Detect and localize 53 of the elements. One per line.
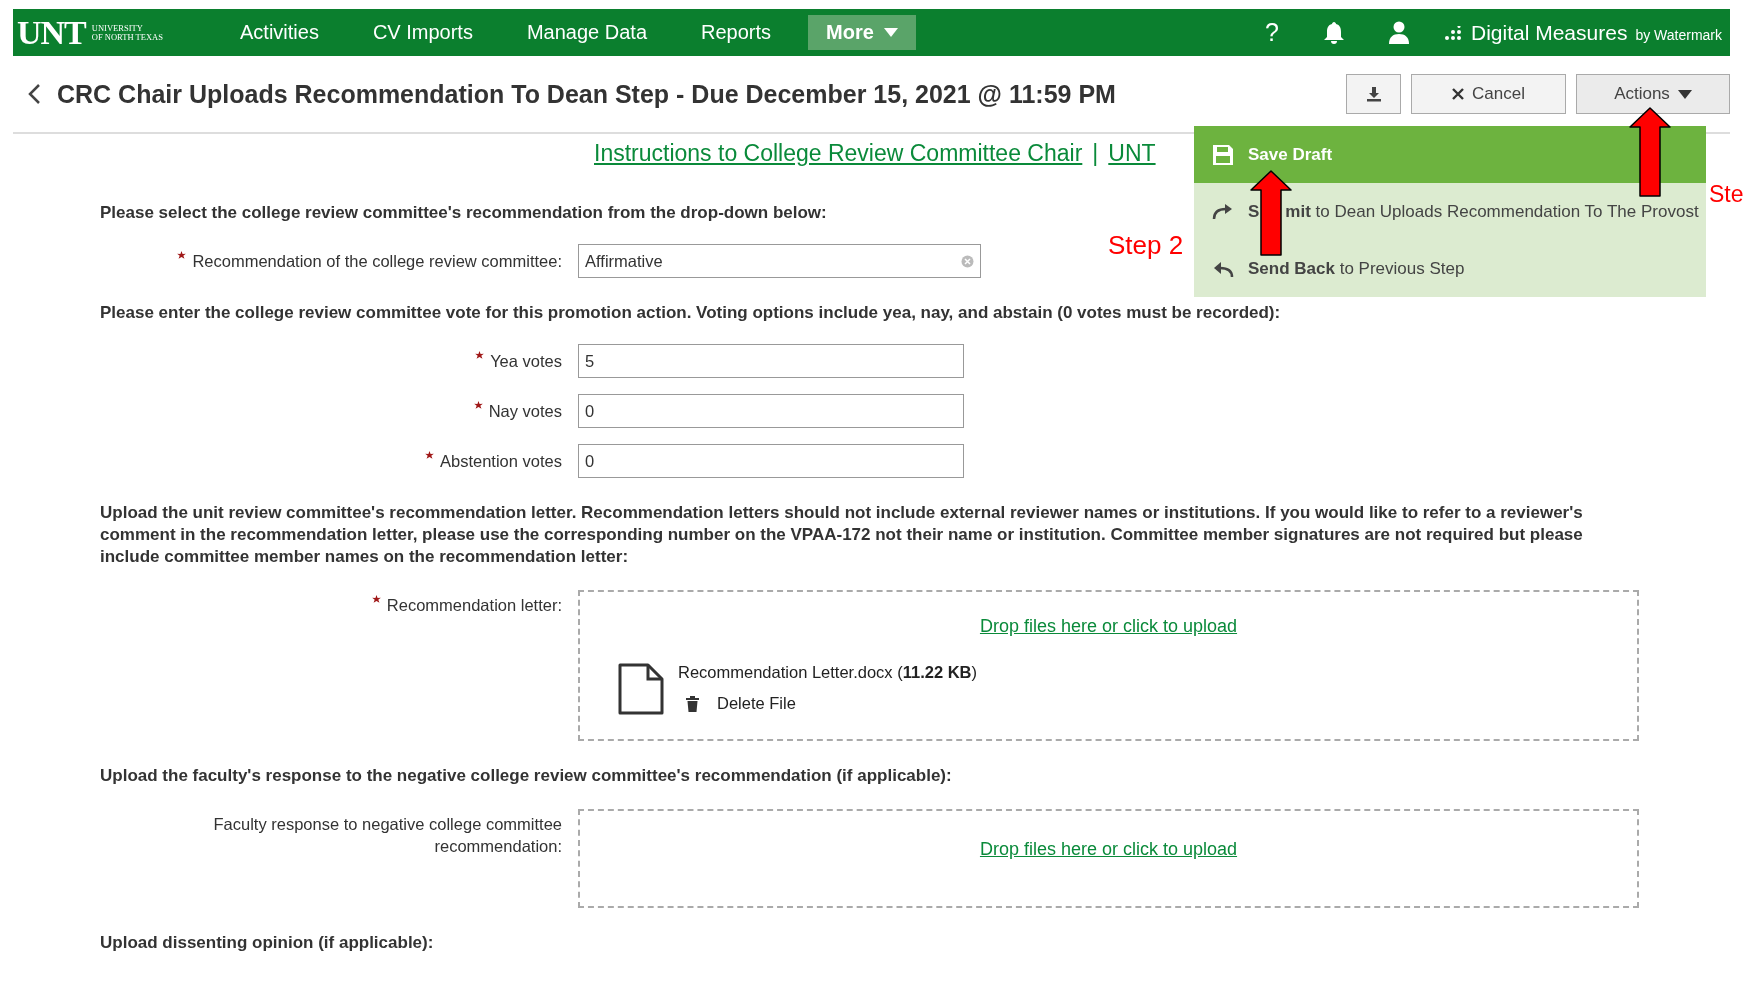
field-label: Abstention votes: [440, 451, 562, 472]
instruction-text: Upload the unit review committee's recommendation letter. Recommendation letters should not include external reviewer names or institutions. If you would like to refer to a reviewer's comment in the recommendation letter, please use the corresponding number on the VPAA-172 not their name or institution. Committee member signatures are not required but please include committee member names on the recommendation letter:: [100, 502, 1584, 568]
caret-icon: [1677, 89, 1692, 99]
file-name: Recommendation Letter.docx (11.22 KB): [678, 663, 977, 682]
dots-logo-icon: [1445, 25, 1463, 40]
user-icon[interactable]: [1389, 20, 1409, 45]
more-menu-button[interactable]: More: [808, 15, 916, 50]
logo-text[interactable]: UNT: [17, 15, 86, 50]
upload-dropzone[interactable]: Drop files here or click to upload Recommendation Letter.docx (11.22 KB) Delete File: [578, 590, 1639, 741]
actions-button[interactable]: Actions: [1576, 74, 1730, 114]
upload-link[interactable]: Drop files here or click to upload: [979, 616, 1238, 637]
instruction-text: Upload the faculty's response to the negative college review committee's recommendation (if applicable):: [100, 765, 952, 787]
annotation-label: Step 2: [1108, 230, 1184, 261]
back-icon[interactable]: [27, 83, 41, 105]
delete-file-button[interactable]: Delete File: [717, 694, 796, 713]
brand-name: Digital Measures: [1471, 20, 1628, 45]
select-field[interactable]: Affirmative: [578, 244, 981, 278]
nav-link[interactable]: Reports: [674, 21, 799, 44]
field-label: Recommendation of the college review committee:: [192, 251, 562, 272]
link-separator: |: [1092, 139, 1099, 167]
input-field[interactable]: 5: [578, 344, 964, 378]
field-label: Recommendation letter:: [386, 595, 562, 616]
input-field[interactable]: 0: [578, 444, 964, 478]
document-icon: [618, 663, 664, 715]
annotation-label: Ste: [1709, 181, 1744, 208]
logo-subtitle: UNIVERSITY OF NORTH TEXAS: [91, 23, 163, 42]
field-label: Nay votes: [488, 401, 562, 422]
download-icon: [1365, 86, 1382, 102]
brand-tagline: by Watermark: [1635, 26, 1722, 43]
nav-link[interactable]: Activities: [213, 21, 346, 44]
caret-icon: [883, 28, 898, 37]
page-title: CRC Chair Uploads Recommendation To Dean Step - Due December 15, 2021 @ 11:59 PM: [57, 79, 1117, 109]
menu-item[interactable]: Send Back to Previous Step: [1194, 240, 1706, 297]
instructions-link[interactable]: UNT: [1108, 139, 1156, 167]
instructions-link[interactable]: Instructions to College Review Committee Chair: [594, 139, 1083, 167]
cancel-button[interactable]: Cancel: [1411, 74, 1566, 114]
download-button[interactable]: [1346, 74, 1401, 114]
save-icon: [1212, 143, 1234, 166]
help-icon[interactable]: ?: [1265, 18, 1279, 47]
upload-link[interactable]: Drop files here or click to upload: [979, 839, 1238, 860]
field-label: Faculty response to negative college committee recommendation:: [212, 814, 562, 857]
instruction-text: Upload dissenting opinion (if applicable):: [100, 932, 434, 954]
instruction-text: Please select the college review committee's recommendation from the drop-down below:: [100, 202, 827, 224]
trash-icon[interactable]: [686, 695, 699, 712]
bell-icon[interactable]: [1323, 20, 1345, 45]
nav-link[interactable]: CV Imports: [345, 21, 500, 44]
nav-link[interactable]: Manage Data: [499, 21, 674, 44]
instruction-text: Please enter the college review committee vote for this promotion action. Voting options include yea, nay, and abstain (0 votes must be recorded):: [100, 302, 1281, 324]
upload-dropzone[interactable]: Drop files here or click to upload: [578, 809, 1639, 908]
close-icon: [1452, 88, 1465, 100]
field-label: Yea votes: [490, 351, 562, 372]
input-field[interactable]: 0: [578, 394, 964, 428]
menu-item[interactable]: S mit to Dean Uploads Recommendation To The Provost: [1194, 183, 1706, 240]
